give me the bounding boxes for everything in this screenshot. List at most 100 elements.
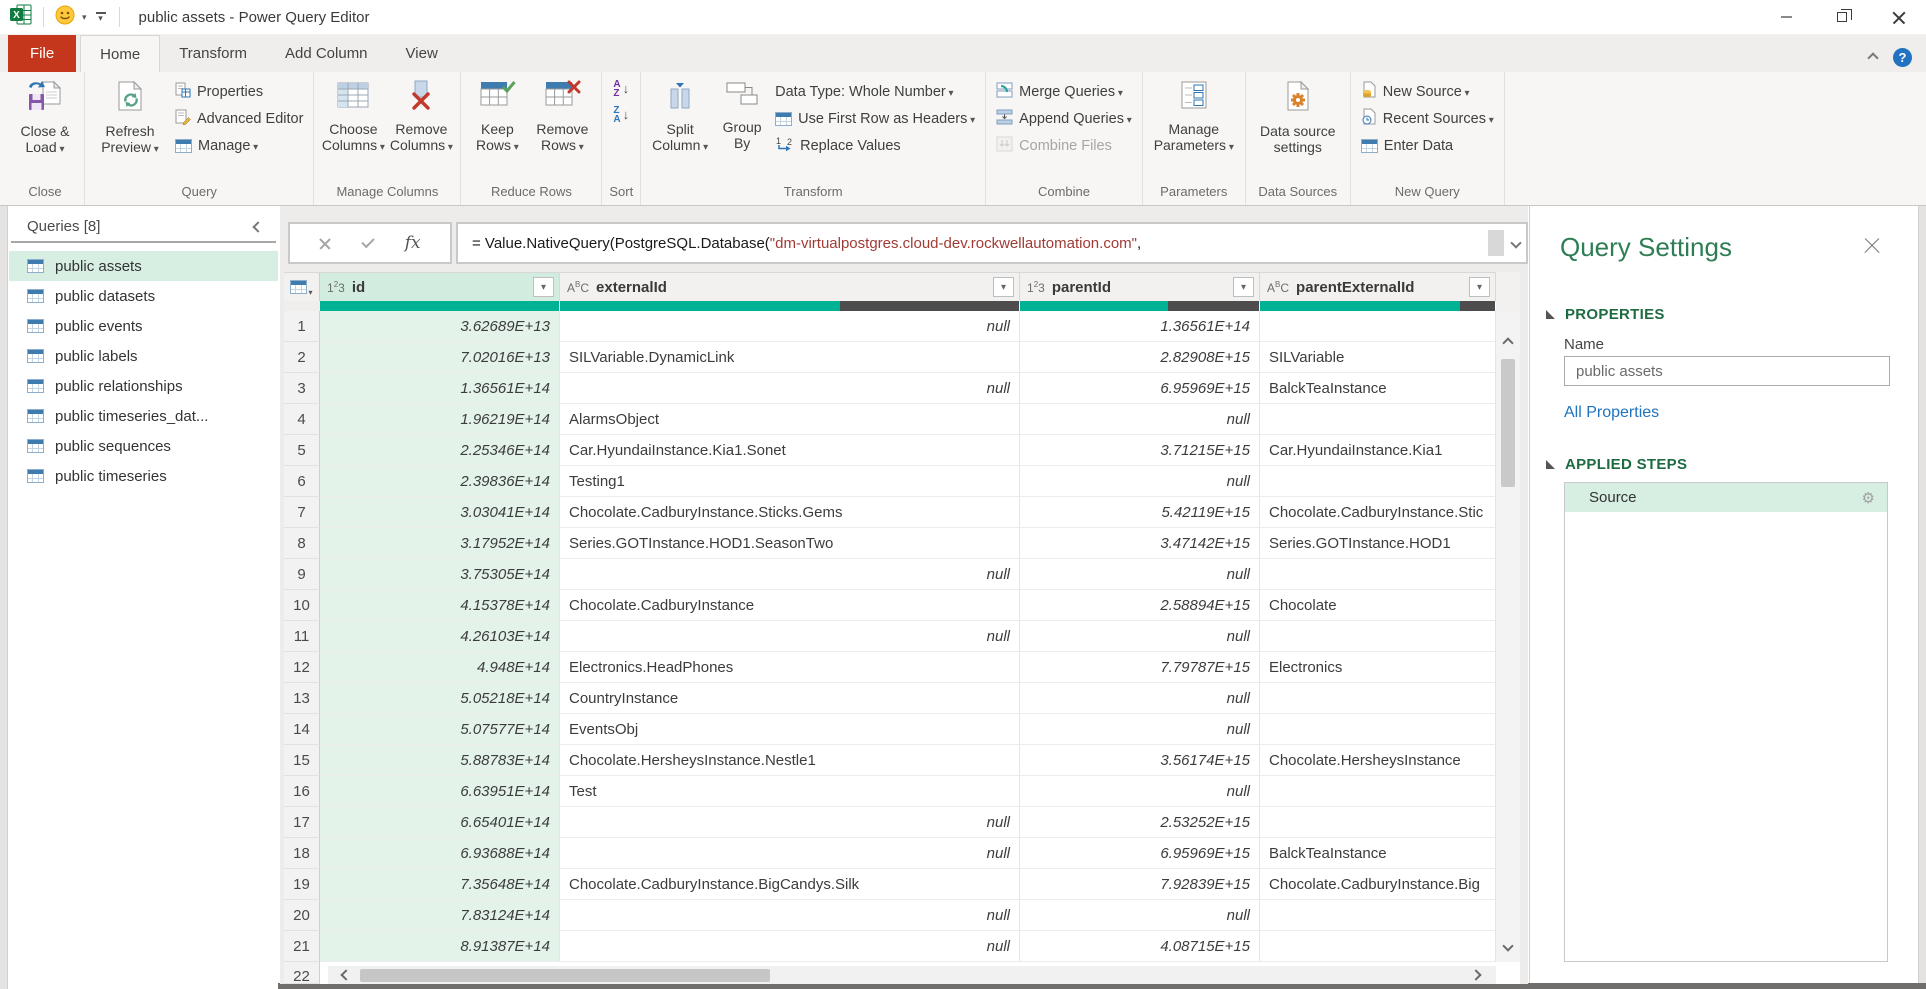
properties-button[interactable]: Properties	[170, 78, 308, 105]
cell-externalId[interactable]: EventsObj	[560, 714, 1020, 745]
formula-scroll-nub[interactable]	[1488, 230, 1504, 256]
help-icon[interactable]	[1893, 48, 1912, 67]
enter-data-button[interactable]: Enter Data	[1356, 132, 1499, 159]
cell-id[interactable]: 2.39836E+14	[320, 466, 560, 497]
smiley-feedback-icon[interactable]	[55, 5, 75, 30]
vertical-scrollbar[interactable]	[1496, 311, 1520, 962]
column-header[interactable]: 123 id	[320, 273, 560, 301]
vertical-scroll-thumb[interactable]	[1501, 359, 1515, 487]
cell-id[interactable]: 6.63951E+14	[320, 776, 560, 807]
scroll-right-icon[interactable]	[1470, 969, 1481, 980]
column-header[interactable]: 123 parentId	[1020, 273, 1260, 301]
collapse-queries-pane-icon[interactable]	[252, 221, 263, 232]
cell-id[interactable]: 5.07577E+14	[320, 714, 560, 745]
cell-parentId[interactable]: null	[1020, 621, 1260, 652]
collapse-ribbon-icon[interactable]	[1867, 52, 1878, 63]
new-source-button[interactable]: New Source	[1356, 78, 1499, 105]
cell-parentExternalId[interactable]: Series.GOTInstance.HOD1	[1260, 528, 1496, 559]
cell-parentExternalId[interactable]	[1260, 714, 1496, 745]
cell-id[interactable]: 3.03041E+14	[320, 497, 560, 528]
tab-home[interactable]: Home	[80, 35, 160, 72]
cell-id[interactable]: 3.75305E+14	[320, 559, 560, 590]
column-filter-button[interactable]	[533, 277, 554, 297]
scroll-left-icon[interactable]	[340, 969, 351, 980]
quick-access-customize-icon[interactable]	[94, 12, 108, 22]
query-name-input[interactable]	[1564, 356, 1890, 386]
cell-id[interactable]: 5.88783E+14	[320, 745, 560, 776]
recent-sources-button[interactable]: Recent Sources	[1356, 105, 1499, 132]
cell-parentExternalId[interactable]	[1260, 559, 1496, 590]
cell-id[interactable]: 7.02016E+13	[320, 342, 560, 373]
restore-button[interactable]	[1814, 0, 1870, 34]
cell-externalId[interactable]: Car.HyundaiInstance.Kia1.Sonet	[560, 435, 1020, 466]
cell-parentExternalId[interactable]: BalckTeaInstance	[1260, 838, 1496, 869]
data-source-settings-button[interactable]: Data source settings	[1251, 76, 1345, 155]
cell-parentId[interactable]: 6.95969E+15	[1020, 838, 1260, 869]
cell-parentId[interactable]: null	[1020, 900, 1260, 931]
cell-id[interactable]: 3.62689E+13	[320, 311, 560, 342]
cell-id[interactable]: 6.93688E+14	[320, 838, 560, 869]
horizontal-scroll-thumb[interactable]	[360, 969, 770, 982]
formula-expression[interactable]: = Value.NativeQuery(PostgreSQL.Database(…	[472, 235, 1488, 252]
merge-queries-button[interactable]: Merge Queries	[991, 78, 1137, 105]
cell-parentExternalId[interactable]	[1260, 404, 1496, 435]
cell-externalId[interactable]: null	[560, 621, 1020, 652]
remove-rows-button[interactable]: Remove Rows	[528, 76, 596, 156]
applied-step-item[interactable]: Source ⚙	[1565, 483, 1887, 512]
cell-externalId[interactable]: SILVariable.DynamicLink	[560, 342, 1020, 373]
column-filter-button[interactable]	[1469, 277, 1490, 297]
cell-externalId[interactable]: null	[560, 559, 1020, 590]
cell-parentExternalId[interactable]	[1260, 466, 1496, 497]
cell-externalId[interactable]: null	[560, 373, 1020, 404]
cell-parentId[interactable]: 3.47142E+15	[1020, 528, 1260, 559]
minimize-button[interactable]	[1758, 0, 1814, 34]
cell-externalId[interactable]: AlarmsObject	[560, 404, 1020, 435]
query-list-item[interactable]: public sequences	[9, 431, 278, 461]
column-filter-button[interactable]	[1233, 277, 1254, 297]
cell-id[interactable]: 2.25346E+14	[320, 435, 560, 466]
cell-externalId[interactable]: Electronics.HeadPhones	[560, 652, 1020, 683]
replace-values-button[interactable]: 12 Replace Values	[770, 132, 980, 159]
cell-externalId[interactable]: Test	[560, 776, 1020, 807]
cell-parentExternalId[interactable]	[1260, 311, 1496, 342]
manage-button[interactable]: Manage	[170, 132, 308, 159]
append-queries-button[interactable]: Append Queries	[991, 105, 1137, 132]
sort-ascending-button[interactable]	[607, 76, 635, 102]
cell-id[interactable]: 6.65401E+14	[320, 807, 560, 838]
cell-parentId[interactable]: 3.56174E+15	[1020, 745, 1260, 776]
cell-id[interactable]: 4.26103E+14	[320, 621, 560, 652]
cell-externalId[interactable]: null	[560, 807, 1020, 838]
choose-columns-button[interactable]: Choose Columns	[319, 76, 387, 156]
cell-parentId[interactable]: null	[1020, 404, 1260, 435]
cell-parentId[interactable]: 2.58894E+15	[1020, 590, 1260, 621]
gear-icon[interactable]: ⚙	[1862, 489, 1875, 507]
cell-externalId[interactable]: null	[560, 931, 1020, 962]
cell-id[interactable]: 8.91387E+14	[320, 931, 560, 962]
horizontal-scrollbar[interactable]	[328, 966, 1496, 984]
cell-parentId[interactable]: 7.79787E+15	[1020, 652, 1260, 683]
cell-parentExternalId[interactable]: Chocolate.CadburyInstance.Stic	[1260, 497, 1496, 528]
cell-parentExternalId[interactable]: SILVariable	[1260, 342, 1496, 373]
use-first-row-as-headers-button[interactable]: Use First Row as Headers	[770, 105, 980, 132]
cell-parentId[interactable]: 2.53252E+15	[1020, 807, 1260, 838]
cell-parentExternalId[interactable]	[1260, 621, 1496, 652]
close-and-load-button[interactable]: Close & Load	[11, 76, 79, 158]
applied-steps-section-header[interactable]: APPLIED STEPS	[1546, 456, 1687, 473]
advanced-editor-button[interactable]: Advanced Editor	[170, 105, 308, 132]
column-header[interactable]: ABC externalId	[560, 273, 1020, 301]
scroll-down-icon[interactable]	[1502, 940, 1513, 951]
smiley-dropdown-caret[interactable]: ▾	[82, 12, 87, 23]
close-query-settings-icon[interactable]	[1864, 238, 1880, 254]
close-button[interactable]	[1870, 0, 1926, 34]
tab-transform[interactable]: Transform	[160, 35, 266, 72]
commit-formula-icon[interactable]	[361, 234, 374, 247]
cell-parentExternalId[interactable]	[1260, 900, 1496, 931]
cell-externalId[interactable]: Series.GOTInstance.HOD1.SeasonTwo	[560, 528, 1020, 559]
cell-parentId[interactable]: 6.95969E+15	[1020, 373, 1260, 404]
tab-file[interactable]: File	[8, 35, 76, 72]
cell-parentExternalId[interactable]: Chocolate	[1260, 590, 1496, 621]
expand-formula-bar-icon[interactable]	[1510, 237, 1521, 248]
cell-parentExternalId[interactable]: BalckTeaInstance	[1260, 373, 1496, 404]
cell-parentExternalId[interactable]	[1260, 776, 1496, 807]
cell-id[interactable]: 5.05218E+14	[320, 683, 560, 714]
